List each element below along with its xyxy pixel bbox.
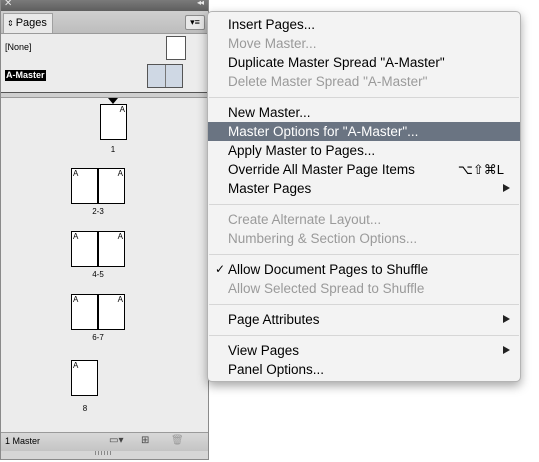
menu-item-label: Create Alternate Layout... [228,212,382,227]
page-thumbnail[interactable]: A [98,294,125,330]
menu-item-label: Master Pages [228,181,312,196]
panel-flyout-menu: Insert Pages... Move Master... Duplicate… [207,11,521,382]
tab-pages[interactable]: ⇕ Pages [3,13,53,33]
page-thumbnail[interactable]: A [71,360,98,396]
menu-item-label: Apply Master to Pages... [228,143,376,158]
menu-item-label: Insert Pages... [228,17,316,32]
menu-item-page-attributes[interactable]: Page Attributes [208,310,520,329]
menu-item-new-master[interactable]: New Master... [208,103,520,122]
submenu-arrow-icon [503,315,510,323]
panel-titlebar[interactable]: ✕ ◂◂ [1,0,208,11]
menu-item-label: Override All Master Page Items [228,162,415,177]
page-number: 1 [110,145,116,154]
menu-item-move-master[interactable]: Move Master... [208,34,520,53]
panel-menu-icon[interactable]: ▾≡ [185,15,205,30]
none-master-label[interactable]: [None] [5,42,32,52]
master-prefix: A [73,361,79,370]
menu-item-master-pages[interactable]: Master Pages [208,179,520,198]
page-thumbnail[interactable]: A [71,168,98,204]
master-prefix: A [117,169,123,178]
menu-item-duplicate-master-spread[interactable]: Duplicate Master Spread "A-Master" [208,53,520,72]
menu-item-label: Allow Document Pages to Shuffle [228,262,429,277]
menu-item-panel-options[interactable]: Panel Options... [208,360,520,379]
menu-separator [209,97,519,98]
menu-item-apply-master-to-pages[interactable]: Apply Master to Pages... [208,141,520,160]
page-number: 2-3 [92,207,104,216]
menu-item-label: New Master... [228,105,311,120]
pages-section: A 1 A A 2-3 A A 4-5 A A 6-7 A 8 [1,98,208,432]
resize-grip-icon[interactable] [95,451,113,455]
menu-item-allow-selected-spread-to-shuffle[interactable]: Allow Selected Spread to Shuffle [208,279,520,298]
menu-item-label: Master Options for "A-Master"... [228,124,419,139]
master-prefix: A [117,232,123,241]
menu-separator [209,304,519,305]
submenu-arrow-icon [503,184,510,192]
page-number: 4-5 [92,270,104,279]
master-prefix: A [119,105,125,114]
menu-item-override-all-master-page-items[interactable]: Override All Master Page Items ⌥⇧⌘L [208,160,520,179]
menu-item-view-pages[interactable]: View Pages [208,341,520,360]
menu-item-label: Move Master... [228,36,317,51]
page-thumbnail[interactable]: A [98,231,125,267]
menu-item-delete-master-spread[interactable]: Delete Master Spread "A-Master" [208,72,520,91]
menu-item-label: Delete Master Spread "A-Master" [228,74,428,89]
menu-item-numbering-section-options[interactable]: Numbering & Section Options... [208,229,520,248]
menu-item-create-alternate-layout[interactable]: Create Alternate Layout... [208,210,520,229]
edit-page-size-icon[interactable]: ▭▾ [109,435,123,447]
footer-status: 1 Master [5,436,41,446]
page-number: 8 [82,404,88,413]
page-thumbnail[interactable]: A [71,231,98,267]
tab-pages-label: Pages [15,17,47,29]
menu-item-master-options[interactable]: Master Options for "A-Master"... [208,122,520,141]
submenu-arrow-icon [503,346,510,354]
new-page-icon[interactable]: ⊞ [141,435,149,447]
collapse-icon[interactable]: ◂◂ [197,0,204,7]
menu-item-label: Duplicate Master Spread "A-Master" [228,55,445,70]
a-master-label[interactable]: A-Master [5,70,46,81]
menu-item-label: Page Attributes [228,312,320,327]
page-thumbnail[interactable]: A [100,104,127,140]
menu-item-label: Panel Options... [228,362,325,377]
menu-item-label: Allow Selected Spread to Shuffle [228,281,425,296]
menu-item-label: Numbering & Section Options... [228,231,418,246]
master-prefix: A [73,232,79,241]
menu-separator [209,254,519,255]
updown-arrows-icon: ⇕ [7,19,14,28]
panel-footer: 1 Master ▭▾ ⊞ 🗑 [1,432,208,451]
a-master-thumbnail[interactable] [147,64,183,88]
panel-tab-row: ⇕ Pages ▾≡ [1,11,208,34]
trash-icon[interactable]: 🗑 [171,435,184,447]
master-prefix: A [73,169,79,178]
page-thumbnail[interactable]: A [71,294,98,330]
none-master-thumbnail[interactable] [166,36,186,60]
checkmark-icon: ✓ [215,262,226,276]
page-number: 6-7 [92,333,104,342]
menu-separator [209,204,519,205]
masters-section: [None] A-Master [1,34,208,92]
menu-item-shortcut: ⌥⇧⌘L [457,162,504,177]
menu-item-label: View Pages [228,343,300,358]
menu-item-insert-pages[interactable]: Insert Pages... [208,15,520,34]
master-prefix: A [117,295,123,304]
pages-panel: ✕ ◂◂ ⇕ Pages ▾≡ [None] A-Master A 1 A A 2… [0,0,209,460]
page-thumbnail[interactable]: A [98,168,125,204]
close-icon[interactable]: ✕ [4,0,12,9]
master-prefix: A [73,295,79,304]
menu-item-allow-document-pages-to-shuffle[interactable]: ✓ Allow Document Pages to Shuffle [208,260,520,279]
menu-separator [209,335,519,336]
